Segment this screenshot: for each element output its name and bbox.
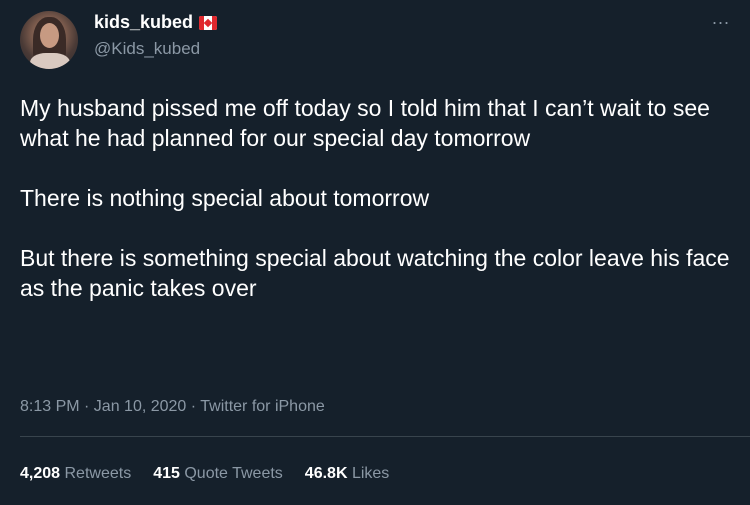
quote-tweets-stat[interactable]: 415 Quote Tweets xyxy=(153,465,283,483)
retweets-stat[interactable]: 4,208 Retweets xyxy=(20,465,131,483)
tweet-paragraph: There is nothing special about tomorrow xyxy=(20,185,430,211)
likes-count: 46.8K xyxy=(304,465,348,482)
tweet-body: My husband pissed me off today so I told… xyxy=(20,93,732,303)
divider xyxy=(20,436,750,437)
tweet-paragraph: But there is something special about wat… xyxy=(20,245,730,301)
user-handle[interactable]: @Kids_kubed xyxy=(94,39,200,59)
more-options-icon[interactable]: ... xyxy=(712,8,730,29)
likes-label: Likes xyxy=(351,465,390,482)
avatar[interactable] xyxy=(20,11,78,69)
likes-stat[interactable]: 46.8K Likes xyxy=(305,465,390,483)
quote-tweets-count: 415 xyxy=(153,465,180,482)
tweet-timestamp[interactable]: 8:13 PM · Jan 10, 2020 · Twitter for iPh… xyxy=(20,398,325,416)
tweet-card: kids_kubed @Kids_kubed ... My husband pi… xyxy=(0,0,750,505)
avatar-body xyxy=(30,53,70,69)
tweet-paragraph: My husband pissed me off today so I told… xyxy=(20,95,710,151)
retweets-label: Retweets xyxy=(64,465,132,482)
display-name[interactable]: kids_kubed xyxy=(94,12,218,33)
retweets-count: 4,208 xyxy=(20,465,61,482)
display-name-text[interactable]: kids_kubed xyxy=(94,12,193,33)
quote-tweets-label: Quote Tweets xyxy=(184,465,283,482)
avatar-face xyxy=(40,23,59,48)
tweet-stats: 4,208 Retweets 415 Quote Tweets 46.8K Li… xyxy=(20,465,389,483)
canada-flag-icon xyxy=(199,15,218,30)
